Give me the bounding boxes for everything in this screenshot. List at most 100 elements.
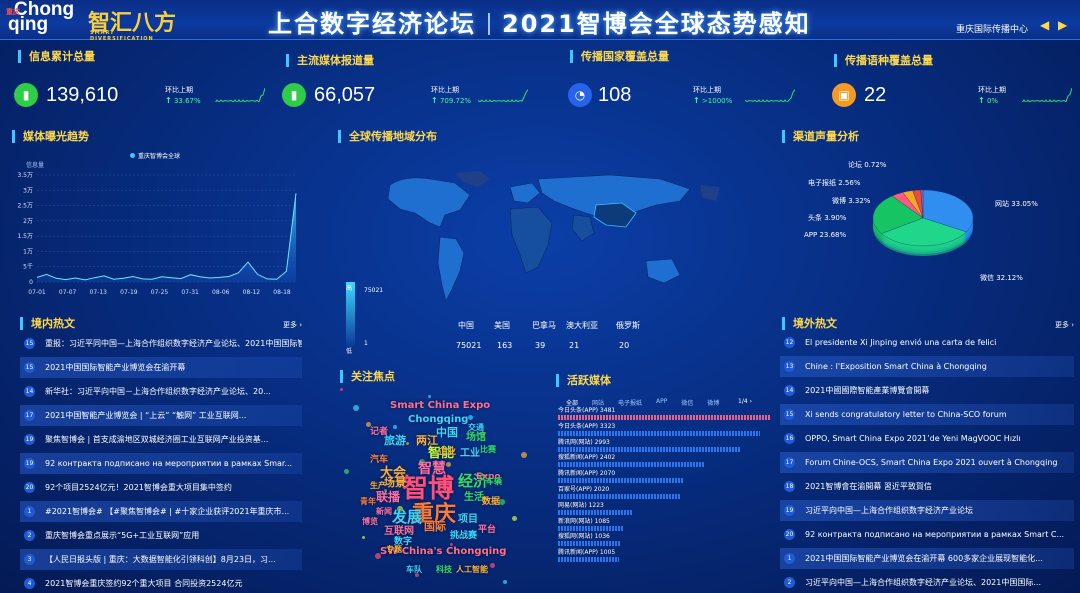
cloud-word[interactable]: 生产 bbox=[370, 480, 386, 491]
hot-list-item[interactable]: 17 2021中国智能产业博览会 | “上云” “触网” 工业互联网... bbox=[20, 405, 302, 426]
hot-list-item[interactable]: 14 新华社：习近平向中国－上海合作组织数字经济产业论坛、20... bbox=[20, 381, 302, 402]
cloud-word[interactable]: 工业 bbox=[460, 444, 480, 459]
hot-list-item[interactable]: 17 Forum Chine-OCS, Smart China Expo 2021… bbox=[780, 452, 1074, 473]
focus-section-title: 关注焦点 bbox=[340, 370, 395, 383]
media-tab[interactable]: 电子报纸 bbox=[618, 398, 642, 407]
world-map[interactable] bbox=[360, 165, 740, 320]
hot-list-item[interactable]: 19 习近平向中国—上海合作组织数字经济产业论坛 bbox=[780, 500, 1074, 521]
cloud-word[interactable]: 项目 bbox=[458, 510, 478, 525]
hot-list-item[interactable]: 15 Xi sends congratulatory letter to Chin… bbox=[780, 404, 1074, 425]
prev-arrow-icon[interactable]: ◀ bbox=[1040, 18, 1049, 32]
pie-label: 电子报纸 2.56% bbox=[808, 179, 861, 187]
cloud-word[interactable]: 科技 bbox=[436, 564, 452, 575]
overseas-section-title: 境外热文 bbox=[782, 317, 837, 330]
map-country: 巴拿马 bbox=[532, 321, 556, 330]
x-tick-label: 07-19 bbox=[120, 289, 138, 296]
cloud-word[interactable]: 平台 bbox=[478, 522, 496, 535]
bar-chart-icon: ▮ bbox=[282, 83, 306, 107]
cloud-word[interactable]: 数据 bbox=[482, 494, 500, 507]
hot-list-item[interactable]: 19 聚焦智博会 | 首支成渝地区双城经济圈工业互联网产业投资基... bbox=[20, 429, 302, 450]
cloud-word[interactable]: 人工智能 bbox=[456, 564, 488, 575]
hot-list-item[interactable]: 1 #2021智博会# 【#聚焦智博会# | #十家企业获评2021年重庆市... bbox=[20, 501, 302, 522]
hot-item-title: 习近平向中国—上海合作组织数字经济产业论坛 bbox=[805, 506, 973, 515]
cloud-word[interactable]: Smart China Expo bbox=[390, 400, 490, 411]
cloud-word[interactable]: 博览 bbox=[362, 516, 378, 527]
rank-badge: 14 bbox=[24, 386, 35, 397]
hot-list-item[interactable]: 2 习近平向中国—上海合作组织数字经济产业论坛、2021中国国际... bbox=[780, 572, 1074, 593]
media-pager[interactable]: 1/4 › bbox=[738, 398, 752, 405]
hot-list-item[interactable]: 18 2021智博會在渝開幕 習近平致賀信 bbox=[780, 476, 1074, 497]
hot-list-item[interactable]: 15 重报：习近平同中国—上海合作组织数字经济产业论坛、2021中国国际智... bbox=[20, 333, 302, 354]
rank-badge: 3 bbox=[24, 554, 35, 565]
media-row[interactable]: 搜狐网(网站) 1036 bbox=[558, 533, 770, 548]
cloud-word[interactable]: 青年 bbox=[360, 496, 376, 507]
media-tab[interactable]: 微博 bbox=[707, 398, 719, 407]
hot-item-title: 2021智博会重庆签约92个重大项目 合同投资2524亿元 bbox=[45, 579, 243, 588]
map-country-count: 39 bbox=[535, 341, 546, 350]
rank-badge: 18 bbox=[784, 481, 795, 492]
media-row[interactable]: 网易(网站) 1223 bbox=[558, 502, 770, 517]
media-row[interactable]: 腾讯新闻(APP) 1005 bbox=[558, 549, 770, 564]
cloud-word[interactable]: 专题 bbox=[386, 544, 402, 555]
hot-list-item[interactable]: 16 OPPO, Smart China Expo 2021’de Yeni Ma… bbox=[780, 428, 1074, 449]
media-tab[interactable]: 全部 bbox=[566, 398, 578, 407]
cloud-word[interactable]: 企业 bbox=[438, 444, 456, 457]
hot-list-item[interactable]: 15 2021中国国际智能产业博览会在渝开幕 bbox=[20, 357, 302, 378]
media-row[interactable]: 新浪网(网站) 1085 bbox=[558, 518, 770, 533]
channel-pie-chart[interactable] bbox=[868, 180, 988, 270]
cloud-word[interactable]: 中国 bbox=[436, 424, 458, 440]
cloud-dot bbox=[362, 536, 365, 539]
cloud-word[interactable]: 场景 bbox=[384, 474, 406, 490]
cloud-word[interactable]: 生活 bbox=[464, 488, 484, 503]
cloud-word[interactable]: 记者 bbox=[370, 424, 388, 437]
cloud-word[interactable]: 汽车 bbox=[370, 452, 388, 465]
media-row[interactable]: 搜狐新闻(APP) 2402 bbox=[558, 454, 770, 469]
media-row[interactable]: 腾讯网(网站) 2993 bbox=[558, 439, 770, 454]
media-section-title: 活跃媒体 bbox=[556, 374, 611, 387]
page-title: 上合数字经济论坛 2021智博会全球态势感知 bbox=[268, 10, 811, 38]
media-tab[interactable]: 微信 bbox=[681, 398, 693, 407]
stat-value: 66,057 bbox=[314, 84, 376, 106]
stat-change-label: 环比上期 bbox=[165, 86, 193, 94]
hot-list-item[interactable]: 20 92个项目2524亿元！2021智博会重大项目集中签约 bbox=[20, 477, 302, 498]
x-tick-label: 07-31 bbox=[181, 289, 199, 296]
next-arrow-icon[interactable]: ▶ bbox=[1058, 18, 1067, 32]
cloud-word[interactable]: 两江 bbox=[416, 432, 438, 448]
hot-list-item[interactable]: 19 92 контракта подписано на мероприятии … bbox=[20, 453, 302, 474]
media-row[interactable]: 腾讯新闻(APP) 2070 bbox=[558, 470, 770, 485]
cloud-word[interactable]: 新闻 bbox=[376, 506, 392, 517]
cloud-word[interactable]: 国际 bbox=[424, 518, 446, 534]
hot-list-item[interactable]: 12 El presidente Xi Jinping envió una car… bbox=[780, 332, 1074, 353]
hot-item-title: 聚焦智博会 | 首支成渝地区双城经济圈工业互联网产业投资基... bbox=[45, 435, 269, 444]
media-tabs[interactable]: 全部 网站 电子报纸 APP 微信 微博 bbox=[566, 398, 766, 407]
stat-title: 传播国家覆盖总量 bbox=[570, 50, 669, 63]
hot-list-item[interactable]: 13 Chine : l'Exposition Smart China à Cho… bbox=[780, 356, 1074, 377]
exposure-legend[interactable]: 重庆智博会全球 bbox=[130, 151, 180, 160]
media-row[interactable]: 今日头条(APP) 3323 bbox=[558, 423, 770, 438]
cloud-word[interactable]: 智慧 bbox=[418, 458, 446, 478]
cloud-word[interactable]: 比赛 bbox=[480, 444, 496, 455]
hot-list-item[interactable]: 1 2021中国国际智能产业博览会在渝开幕 600多家企业展现智能化... bbox=[780, 548, 1074, 569]
rank-badge: 15 bbox=[24, 362, 35, 373]
media-tab[interactable]: APP bbox=[656, 398, 667, 407]
media-tab[interactable]: 网站 bbox=[592, 398, 604, 407]
cloud-word[interactable]: 车队 bbox=[406, 564, 422, 575]
cloud-word[interactable]: 挑战赛 bbox=[450, 528, 477, 541]
stat-title: 主流媒体报道量 bbox=[286, 54, 374, 67]
hot-list-item[interactable]: 3 【人民日报头版 | 重庆：大数据智能化引领科创】8月23日，习... bbox=[20, 549, 302, 570]
overseas-more-link[interactable]: 更多 › bbox=[1055, 320, 1074, 330]
media-row[interactable]: 今日头条(APP) 3481 bbox=[558, 407, 770, 422]
cloud-word[interactable]: 车辆 bbox=[486, 476, 502, 487]
media-name: 今日头条(APP) 3323 bbox=[558, 422, 616, 430]
hot-list-item[interactable]: 14 2021中國國際智能產業博覽會開幕 bbox=[780, 380, 1074, 401]
stat-sparkline bbox=[478, 89, 528, 102]
rank-badge: 2 bbox=[784, 577, 795, 588]
hot-list-item[interactable]: 2 重庆智博会重点展示“5G+工业互联网”应用 bbox=[20, 525, 302, 546]
hot-list-item[interactable]: 20 92 контракта подписано на мероприятии … bbox=[780, 524, 1074, 545]
media-row[interactable]: 百家号(APP) 2020 bbox=[558, 486, 770, 501]
hot-item-title: OPPO, Smart China Expo 2021’de Yeni MagV… bbox=[805, 434, 1021, 443]
domestic-more-link[interactable]: 更多 › bbox=[283, 320, 302, 330]
media-bar bbox=[558, 415, 770, 420]
hot-list-item[interactable]: 4 2021智博会重庆签约92个重大项目 合同投资2524亿元 bbox=[20, 573, 302, 593]
cloud-word[interactable]: 交通 bbox=[468, 422, 484, 433]
